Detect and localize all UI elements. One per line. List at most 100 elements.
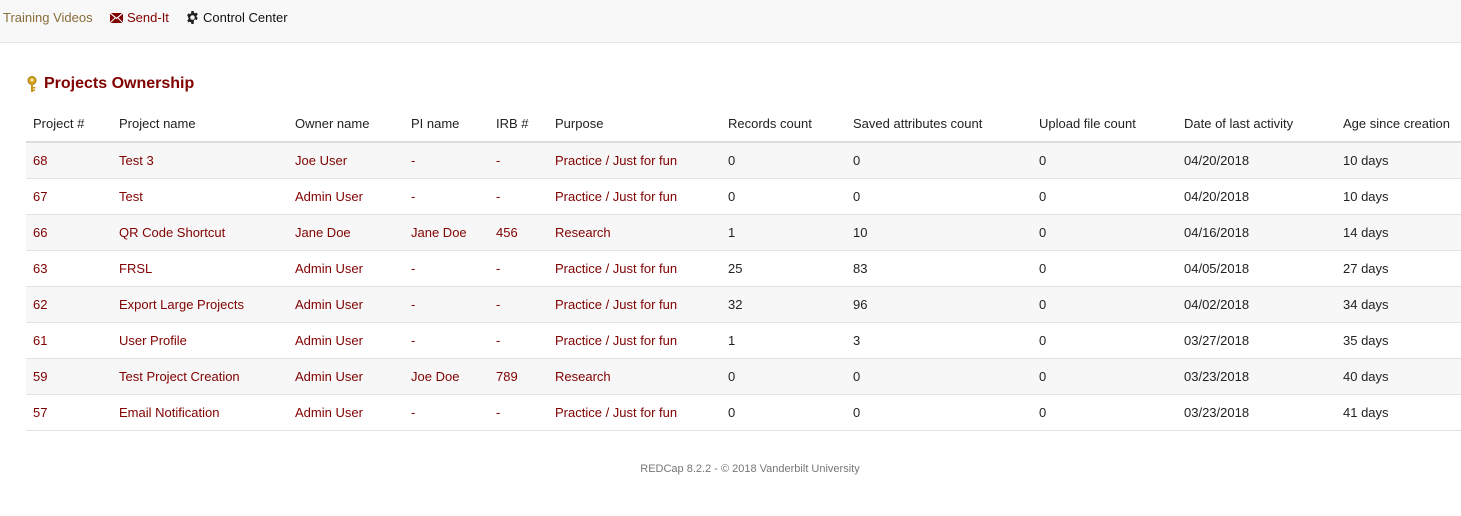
age-since-creation-cell: 35 days [1336, 322, 1461, 359]
page-title: Projects Ownership [44, 75, 195, 92]
records-count-cell: 0 [721, 394, 846, 431]
records-count-cell: 0 [721, 142, 846, 179]
project-name-link[interactable]: FRSL [112, 250, 288, 287]
purpose-cell: Practice / Just for fun [548, 322, 721, 359]
purpose-cell: Practice / Just for fun [548, 394, 721, 431]
col-owner-name[interactable]: Owner name [288, 106, 404, 143]
table-row: 66 QR Code Shortcut Jane Doe Jane Doe 45… [26, 214, 1461, 251]
col-date-last-activity[interactable]: Date of last activity [1177, 106, 1336, 143]
upload-file-count-cell: 0 [1032, 358, 1177, 395]
project-number-link[interactable]: 59 [26, 358, 112, 395]
age-since-creation-cell: 14 days [1336, 214, 1461, 251]
table-row: 68 Test 3 Joe User - - Practice / Just f… [26, 142, 1461, 179]
owner-name-link[interactable]: Jane Doe [288, 214, 404, 251]
irb-number-cell: - [489, 394, 548, 431]
col-purpose[interactable]: Purpose [548, 106, 721, 143]
purpose-cell: Research [548, 214, 721, 251]
project-name-link[interactable]: Test Project Creation [112, 358, 288, 395]
project-name-link[interactable]: Test 3 [112, 142, 288, 179]
project-name-link[interactable]: Email Notification [112, 394, 288, 431]
owner-name-link[interactable]: Admin User [288, 394, 404, 431]
table-row: 61 User Profile Admin User - - Practice … [26, 322, 1461, 359]
col-irb-number[interactable]: IRB # [489, 106, 548, 143]
purpose-cell: Practice / Just for fun [548, 142, 721, 179]
upload-file-count-cell: 0 [1032, 142, 1177, 179]
records-count-cell: 1 [721, 322, 846, 359]
col-pi-name[interactable]: PI name [404, 106, 489, 143]
records-count-cell: 1 [721, 214, 846, 251]
purpose-cell: Practice / Just for fun [548, 286, 721, 323]
upload-file-count-cell: 0 [1032, 322, 1177, 359]
pi-name-cell: - [404, 394, 489, 431]
purpose-cell: Research [548, 358, 721, 395]
project-number-link[interactable]: 68 [26, 142, 112, 179]
table-row: 63 FRSL Admin User - - Practice / Just f… [26, 250, 1461, 287]
col-age-since-creation[interactable]: Age since creation [1336, 106, 1461, 143]
records-count-cell: 0 [721, 358, 846, 395]
irb-number-cell: - [489, 142, 548, 179]
last-activity-cell: 03/27/2018 [1177, 322, 1336, 359]
last-activity-cell: 04/05/2018 [1177, 250, 1336, 287]
records-count-cell: 32 [721, 286, 846, 323]
col-saved-attributes-count[interactable]: Saved attributes count [846, 106, 1032, 143]
upload-file-count-cell: 0 [1032, 250, 1177, 287]
gear-icon [187, 11, 198, 24]
last-activity-cell: 04/20/2018 [1177, 142, 1336, 179]
project-number-link[interactable]: 62 [26, 286, 112, 323]
upload-file-count-cell: 0 [1032, 394, 1177, 431]
purpose-cell: Practice / Just for fun [548, 250, 721, 287]
owner-name-link[interactable]: Joe User [288, 142, 404, 179]
project-number-link[interactable]: 61 [26, 322, 112, 359]
key-icon [27, 75, 37, 92]
saved-attributes-count-cell: 96 [846, 286, 1032, 323]
project-name-link[interactable]: Test [112, 178, 288, 215]
send-it-link[interactable]: Send-It [110, 10, 169, 25]
upload-file-count-cell: 0 [1032, 214, 1177, 251]
last-activity-cell: 03/23/2018 [1177, 358, 1336, 395]
age-since-creation-cell: 10 days [1336, 178, 1461, 215]
project-name-link[interactable]: User Profile [112, 322, 288, 359]
pi-name-cell: - [404, 322, 489, 359]
pi-name-cell: - [404, 142, 489, 179]
table-row: 57 Email Notification Admin User - - Pra… [26, 394, 1461, 431]
age-since-creation-cell: 27 days [1336, 250, 1461, 287]
training-videos-link[interactable]: Training Videos [3, 10, 93, 25]
owner-name-link[interactable]: Admin User [288, 286, 404, 323]
saved-attributes-count-cell: 83 [846, 250, 1032, 287]
owner-name-link[interactable]: Admin User [288, 322, 404, 359]
purpose-cell: Practice / Just for fun [548, 178, 721, 215]
last-activity-cell: 04/02/2018 [1177, 286, 1336, 323]
project-number-link[interactable]: 63 [26, 250, 112, 287]
owner-name-link[interactable]: Admin User [288, 358, 404, 395]
project-name-link[interactable]: QR Code Shortcut [112, 214, 288, 251]
project-number-link[interactable]: 67 [26, 178, 112, 215]
age-since-creation-cell: 40 days [1336, 358, 1461, 395]
irb-number-cell: - [489, 250, 548, 287]
col-project-name[interactable]: Project name [112, 106, 288, 143]
col-project-number[interactable]: Project # [26, 106, 112, 143]
irb-number-cell: - [489, 286, 548, 323]
table-row: 59 Test Project Creation Admin User Joe … [26, 358, 1461, 395]
owner-name-link[interactable]: Admin User [288, 250, 404, 287]
project-number-link[interactable]: 57 [26, 394, 112, 431]
saved-attributes-count-cell: 0 [846, 142, 1032, 179]
project-name-link[interactable]: Export Large Projects [112, 286, 288, 323]
control-center-label: Control Center [203, 10, 288, 25]
top-nav-bar: Training Videos Send-It Control Center [0, 0, 1461, 43]
pi-name-cell: - [404, 250, 489, 287]
page-header: Projects Ownership [26, 75, 194, 93]
upload-file-count-cell: 0 [1032, 286, 1177, 323]
col-records-count[interactable]: Records count [721, 106, 846, 143]
pi-name-cell: - [404, 178, 489, 215]
project-number-link[interactable]: 66 [26, 214, 112, 251]
saved-attributes-count-cell: 0 [846, 178, 1032, 215]
owner-name-link[interactable]: Admin User [288, 178, 404, 215]
age-since-creation-cell: 34 days [1336, 286, 1461, 323]
last-activity-cell: 04/20/2018 [1177, 178, 1336, 215]
age-since-creation-cell: 41 days [1336, 394, 1461, 431]
irb-number-cell: 789 [489, 358, 548, 395]
training-videos-label: Training Videos [3, 10, 93, 25]
col-upload-file-count[interactable]: Upload file count [1032, 106, 1177, 143]
control-center-link[interactable]: Control Center [186, 10, 288, 25]
pi-name-cell: - [404, 286, 489, 323]
